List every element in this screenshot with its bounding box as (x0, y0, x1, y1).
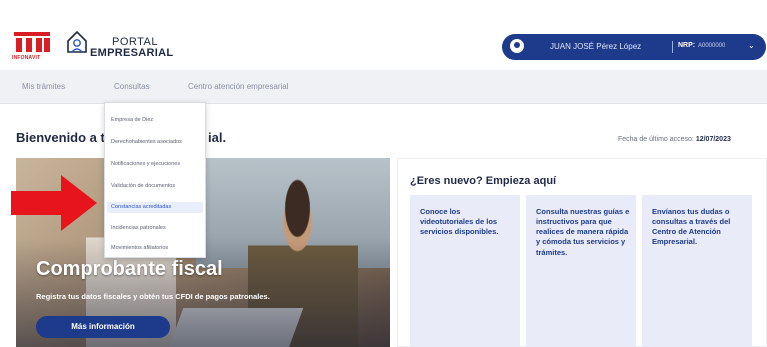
nrp-label: NRP: (678, 42, 696, 49)
user-account-bar[interactable]: JUAN JOSÉ Pérez López NRP: A0000000 ⌄ (502, 34, 766, 60)
user-icon (510, 39, 524, 53)
last-access-date: 12/07/2023 (695, 136, 731, 143)
header: INFONAVIT PORTAL EMPRESARIAL JUAN JOSÉ P… (0, 0, 767, 70)
menu-item-derechohabientes[interactable]: Derechohabientes asociados (111, 139, 182, 145)
chevron-down-icon[interactable]: ⌄ (748, 41, 755, 50)
new-user-panel: ¿Eres nuevo? Empieza aquí Conoce los vid… (397, 158, 767, 347)
welcome-heading-tail: ial. (208, 130, 227, 145)
more-info-button[interactable]: Más información (36, 316, 170, 338)
hero-title: Comprobante fiscal (36, 258, 223, 280)
card-text: Conoce los videotutoriales de los servic… (420, 207, 499, 237)
menu-item-empresa[interactable]: Empresa de Diez (111, 117, 153, 123)
card-text: Consulta nuestras guías e instructivos p… (536, 207, 630, 257)
card-guias[interactable]: Consulta nuestras guías e instructivos p… (526, 195, 636, 347)
nav-item-mis-tramites[interactable]: Mis trámites (22, 82, 65, 91)
menu-item-validacion[interactable]: Validación de documentos (111, 183, 175, 189)
panel-title: ¿Eres nuevo? Empieza aquí (410, 175, 557, 187)
annotation-arrow (11, 175, 97, 231)
last-access: Fecha de último acceso: 12/07/2023 (618, 136, 731, 143)
nrp-value: A0000000 (698, 43, 726, 49)
main-navigation: Mis trámites Consultas Centro atención e… (0, 70, 767, 104)
last-access-label: Fecha de último acceso: (618, 136, 694, 143)
divider (672, 41, 673, 53)
menu-item-movimientos[interactable]: Movimientos afiliatorios (111, 245, 168, 251)
portal-empresarial-logo[interactable]: PORTAL EMPRESARIAL (66, 30, 176, 62)
menu-item-notificaciones[interactable]: Notificaciones y ejecuciones (111, 161, 180, 167)
consultas-dropdown-menu: Empresa de Diez Derechohabientes asociad… (104, 102, 206, 258)
infonavit-logo-text: INFONAVIT (12, 55, 41, 61)
menu-item-incidencias[interactable]: Incidencias patronales (111, 225, 166, 231)
portal-house-icon (67, 30, 87, 53)
portal-title-line2: EMPRESARIAL (90, 47, 174, 59)
nav-item-centro-atencion[interactable]: Centro atención empresarial (188, 82, 289, 91)
hero-subtitle: Registra tus datos fiscales y obtén tus … (36, 292, 270, 301)
card-contacto[interactable]: Envíanos tus dudas o consultas a través … (642, 195, 752, 347)
welcome-heading: Bienvenido a t (16, 130, 105, 145)
card-videotutoriales[interactable]: Conoce los videotutoriales de los servic… (410, 195, 520, 347)
infonavit-logo[interactable]: INFONAVIT (12, 28, 52, 62)
nav-item-consultas[interactable]: Consultas (114, 82, 150, 91)
user-name: JUAN JOSÉ Pérez López (550, 42, 642, 51)
menu-item-constancias[interactable]: Constancias acreditadas (111, 204, 171, 210)
card-text: Envíanos tus dudas o consultas a través … (652, 207, 731, 247)
